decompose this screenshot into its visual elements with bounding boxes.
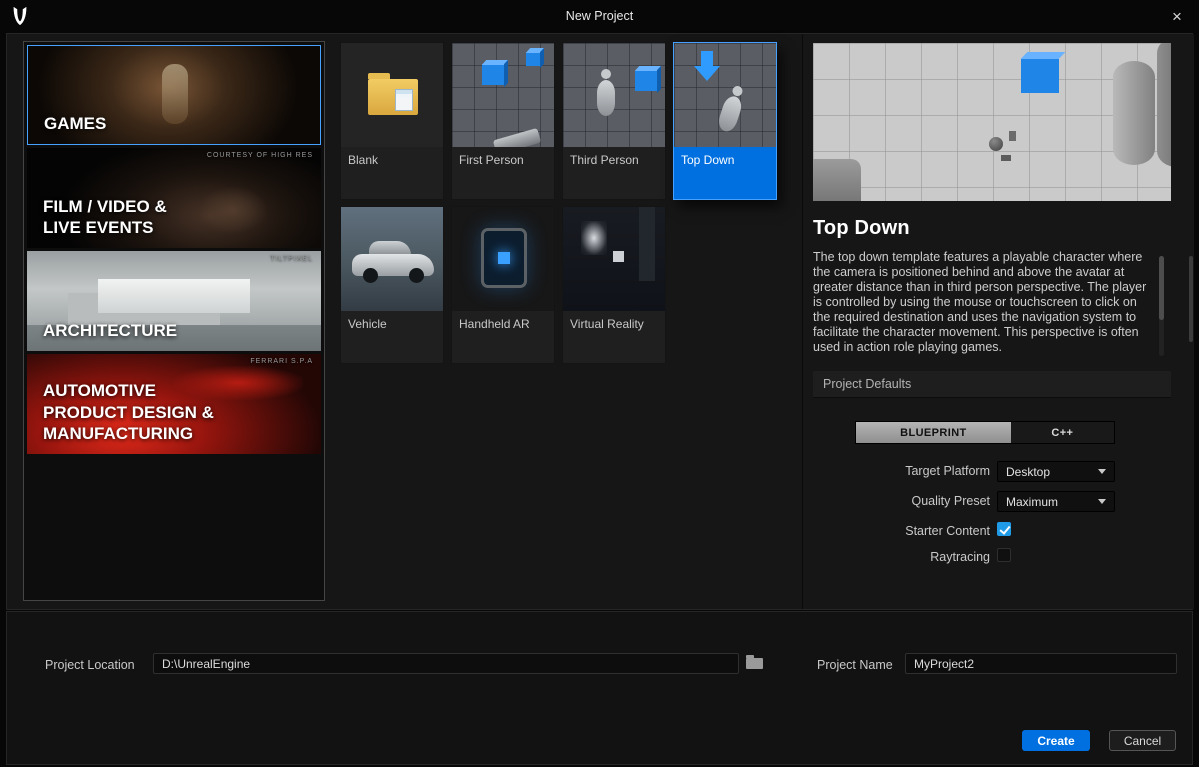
project-name-input[interactable] <box>905 653 1177 674</box>
blue-cube-icon <box>482 65 504 85</box>
template-virtual-reality[interactable]: Virtual Reality <box>562 206 666 364</box>
blue-cube-icon <box>498 252 510 264</box>
vr-scene-pillar <box>639 207 655 281</box>
gizmo-shape <box>1009 131 1016 141</box>
template-label: Vehicle <box>348 317 387 331</box>
raytracing-label: Raytracing <box>930 550 990 564</box>
template-label: Blank <box>348 153 379 167</box>
chevron-down-icon <box>1098 499 1106 504</box>
scrollbar-thumb[interactable] <box>1159 256 1164 320</box>
third-person-thumbnail <box>563 43 665 147</box>
blueprint-toggle-button[interactable]: BLUEPRINT <box>856 422 1011 443</box>
blue-cube-icon <box>526 53 540 66</box>
category-credit-badge: FERRARI S.P.A <box>250 358 313 365</box>
category-label: ARCHITECTURE <box>43 321 178 341</box>
down-arrow-icon <box>694 51 720 85</box>
gun-illustration <box>492 127 542 147</box>
create-button[interactable]: Create <box>1022 730 1090 751</box>
template-label: First Person <box>459 153 524 167</box>
target-platform-label: Target Platform <box>905 464 990 478</box>
blank-thumbnail <box>341 43 443 147</box>
template-label: Third Person <box>570 153 639 167</box>
footer: Project Location Project Name Create Can… <box>6 611 1193 765</box>
quality-preset-label: Quality Preset <box>911 494 990 508</box>
top-down-thumbnail <box>674 43 776 147</box>
template-top-down[interactable]: Top Down <box>673 42 777 200</box>
new-project-dialog: { "accent_color": "#0070e0", "titlebar":… <box>0 0 1199 767</box>
category-card-games[interactable]: GAMES <box>27 45 321 145</box>
virtual-reality-thumbnail <box>563 207 665 311</box>
category-card-automotive[interactable]: FERRARI S.P.A AUTOMOTIVE PRODUCT DESIGN … <box>27 354 321 454</box>
category-credit-badge: COURTESY OF HIGH RES <box>206 152 313 159</box>
quality-preset-value: Maximum <box>1006 494 1059 509</box>
chevron-down-icon <box>1098 469 1106 474</box>
template-vehicle[interactable]: Vehicle <box>340 206 444 364</box>
category-card-film-video[interactable]: COURTESY OF HIGH RES FILM / VIDEO & LIVE… <box>27 148 321 248</box>
main-content: GAMES COURTESY OF HIGH RES FILM / VIDEO … <box>6 33 1194 610</box>
cylinder-shape <box>1113 61 1155 165</box>
category-card-architecture[interactable]: TILTPIXEL ARCHITECTURE <box>27 251 321 351</box>
template-handheld-ar[interactable]: Handheld AR <box>451 206 555 364</box>
category-list: GAMES COURTESY OF HIGH RES FILM / VIDEO … <box>23 41 325 601</box>
template-label: Virtual Reality <box>570 317 644 331</box>
target-platform-value: Desktop <box>1006 464 1051 479</box>
target-platform-dropdown[interactable]: Desktop <box>997 461 1115 482</box>
template-label: Top Down <box>674 147 776 199</box>
project-defaults-header: Project Defaults <box>813 371 1171 398</box>
mannequin-figure <box>593 69 619 121</box>
cancel-button[interactable]: Cancel <box>1109 730 1176 751</box>
starter-content-checkbox[interactable] <box>997 522 1011 536</box>
handheld-ar-thumbnail <box>452 207 554 311</box>
titlebar: New Project × <box>0 0 1199 33</box>
window-title: New Project <box>565 9 634 23</box>
vehicle-thumbnail <box>341 207 443 311</box>
template-third-person[interactable]: Third Person <box>562 42 666 200</box>
template-description: The top down template features a playabl… <box>813 250 1147 354</box>
description-scrollbar[interactable] <box>1159 256 1164 356</box>
mannequin-figure <box>711 82 752 139</box>
template-detail-pane: Top Down The top down template features … <box>803 34 1194 609</box>
template-preview-image <box>813 43 1171 201</box>
category-label: GAMES <box>44 114 107 134</box>
folder-icon <box>746 655 763 669</box>
template-title: Top Down <box>813 217 910 239</box>
phone-icon <box>481 228 527 288</box>
rounded-cube-shape <box>813 159 861 201</box>
sphere-shape <box>989 137 1003 151</box>
category-label: FILM / VIDEO & LIVE EVENTS <box>43 196 167 238</box>
pane-scrollbar-thumb[interactable] <box>1189 256 1193 342</box>
cpp-toggle-button[interactable]: C++ <box>1010 422 1114 443</box>
project-name-label: Project Name <box>817 658 893 672</box>
wheel-icon <box>409 268 424 283</box>
category-credit-badge: TILTPIXEL <box>270 255 313 262</box>
gizmo-shape <box>1001 155 1011 161</box>
starter-content-label: Starter Content <box>905 524 990 538</box>
vr-scene-light <box>581 221 607 255</box>
template-blank[interactable]: Blank <box>340 42 444 200</box>
close-icon[interactable]: × <box>1165 5 1189 29</box>
wheel-icon <box>363 268 378 283</box>
category-label: AUTOMOTIVE PRODUCT DESIGN & MANUFACTURIN… <box>43 380 214 444</box>
vr-scene-block <box>613 251 624 262</box>
template-label: Handheld AR <box>459 317 530 331</box>
language-toggle: BLUEPRINT C++ <box>855 421 1115 444</box>
project-location-input[interactable] <box>153 653 739 674</box>
template-first-person[interactable]: First Person <box>451 42 555 200</box>
project-location-label: Project Location <box>45 658 135 672</box>
folder-icon <box>368 73 418 115</box>
browse-folder-button[interactable] <box>745 654 765 671</box>
raytracing-checkbox[interactable] <box>997 548 1011 562</box>
project-defaults-label: Project Defaults <box>823 377 912 391</box>
first-person-thumbnail <box>452 43 554 147</box>
blue-cube-icon <box>635 71 657 91</box>
cylinder-shape <box>1157 43 1171 167</box>
quality-preset-dropdown[interactable]: Maximum <box>997 491 1115 512</box>
blue-cube-icon <box>1021 59 1059 93</box>
